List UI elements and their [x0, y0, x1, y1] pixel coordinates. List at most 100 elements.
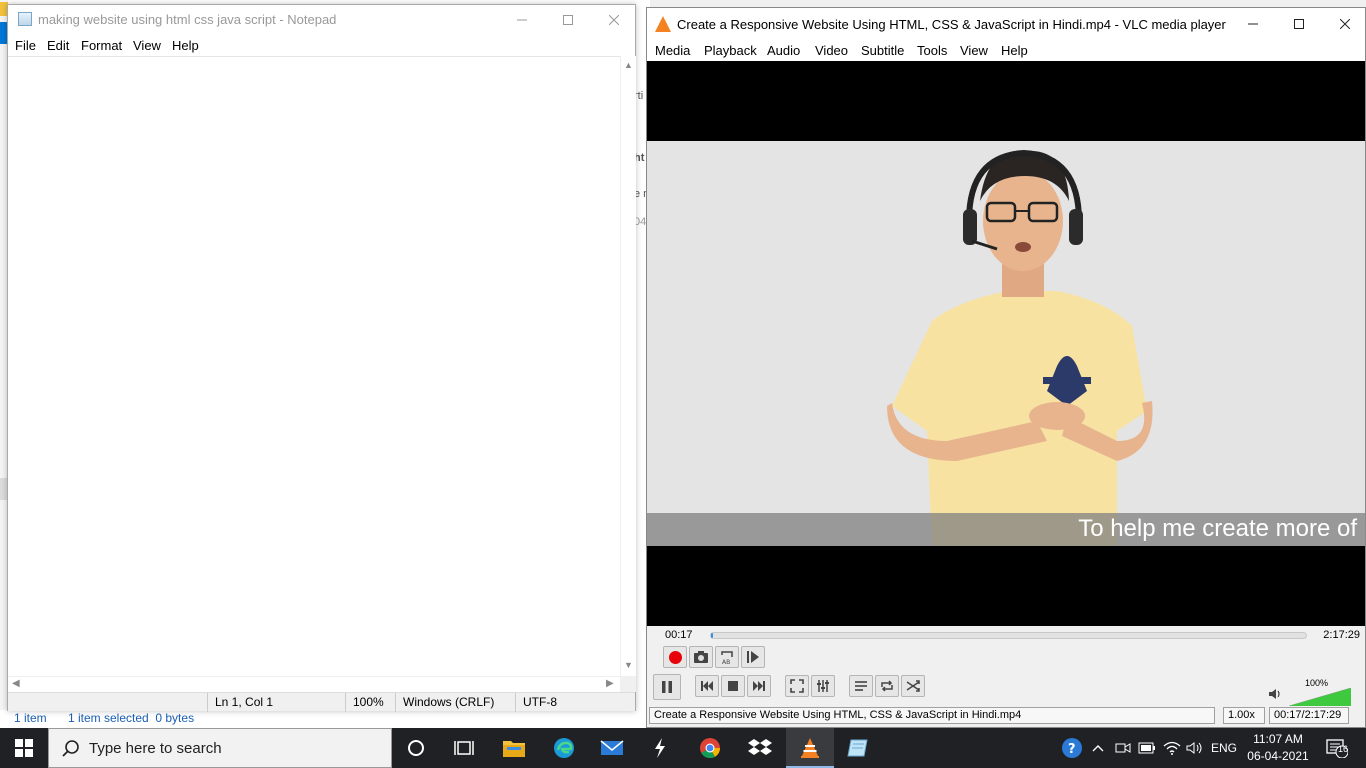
- vertical-scrollbar[interactable]: ▲ ▼: [620, 56, 636, 676]
- snapshot-button[interactable]: [689, 646, 713, 668]
- subtitle-text: To help me create more of: [1078, 515, 1357, 542]
- task-view-icon[interactable]: [440, 728, 488, 768]
- volume-icon[interactable]: [1267, 686, 1283, 702]
- file-explorer-icon[interactable]: [490, 728, 538, 768]
- explorer-selection-info: 1 item selected 0 bytes: [68, 711, 195, 725]
- extended-settings-button[interactable]: [811, 675, 835, 697]
- loop-ab-icon: AB: [721, 651, 733, 665]
- scroll-left-icon[interactable]: ◀: [12, 678, 20, 689]
- mail-icon[interactable]: [588, 728, 636, 768]
- chrome-icon[interactable]: [686, 728, 734, 768]
- minimize-icon: [1248, 23, 1258, 25]
- help-icon[interactable]: ?: [1058, 728, 1086, 768]
- vlc-menubar: Media Playback Audio Video Subtitle Tool…: [647, 40, 1365, 61]
- minimize-button[interactable]: [1230, 8, 1276, 40]
- seek-slider[interactable]: [710, 632, 1307, 639]
- menu-help[interactable]: Help: [1001, 43, 1028, 58]
- scroll-right-icon[interactable]: ▶: [606, 678, 614, 689]
- input-language[interactable]: ENG: [1208, 728, 1240, 768]
- next-button[interactable]: [747, 675, 771, 697]
- menu-file[interactable]: File: [15, 38, 36, 53]
- vlc-icon[interactable]: [786, 728, 834, 768]
- skip-next-icon: [753, 681, 765, 691]
- notepad-titlebar[interactable]: making website using html css java scrip…: [8, 5, 635, 34]
- minimize-button[interactable]: [499, 5, 545, 34]
- menu-tools[interactable]: Tools: [917, 43, 947, 58]
- menu-help[interactable]: Help: [172, 38, 199, 53]
- maximize-button[interactable]: [545, 5, 591, 34]
- playlist-button[interactable]: [849, 675, 873, 697]
- edge-icon[interactable]: [540, 728, 588, 768]
- dropbox-icon[interactable]: [736, 728, 784, 768]
- loop-button[interactable]: [875, 675, 899, 697]
- svg-text:?: ?: [1068, 742, 1076, 757]
- clock-time: 11:07 AM: [1253, 732, 1303, 746]
- clock-date: 06-04-2021: [1247, 749, 1309, 763]
- menu-view[interactable]: View: [960, 43, 988, 58]
- volume-slider[interactable]: [1289, 688, 1351, 706]
- skip-previous-icon: [701, 681, 713, 691]
- notepad-status-bar: Ln 1, Col 1 100% Windows (CRLF) UTF-8: [8, 692, 635, 712]
- playback-speed[interactable]: 1.00x: [1223, 707, 1265, 724]
- scroll-up-icon[interactable]: ▲: [624, 60, 633, 70]
- minimize-icon: [517, 19, 527, 20]
- notification-count: 16: [1338, 744, 1349, 754]
- app-bolt-icon[interactable]: [636, 728, 684, 768]
- record-button[interactable]: [663, 646, 687, 668]
- notepad-icon[interactable]: [834, 728, 882, 768]
- taskbar-search-box[interactable]: Type here to search: [48, 728, 392, 768]
- menu-playback[interactable]: Playback: [704, 43, 757, 58]
- close-button[interactable]: [591, 5, 637, 34]
- search-placeholder: Type here to search: [89, 740, 222, 757]
- action-center-icon[interactable]: 16: [1320, 728, 1354, 768]
- wifi-icon[interactable]: [1160, 728, 1184, 768]
- close-icon: [1340, 19, 1350, 29]
- svg-text:AB: AB: [722, 659, 730, 665]
- fullscreen-button[interactable]: [785, 675, 809, 697]
- fullscreen-icon: [790, 679, 804, 693]
- taskbar: Type here to search ? ENG 11:07 AM 06-04…: [0, 728, 1366, 768]
- video-display[interactable]: To help me create more of: [647, 61, 1365, 626]
- vlc-window: Create a Responsive Website Using HTML, …: [646, 7, 1366, 728]
- maximize-icon: [1294, 19, 1304, 29]
- menu-video[interactable]: Video: [815, 43, 848, 58]
- notepad-title: making website using html css java scrip…: [38, 12, 337, 27]
- cortana-icon[interactable]: [392, 728, 440, 768]
- maximize-icon: [563, 14, 573, 25]
- previous-button[interactable]: [695, 675, 719, 697]
- subtitle-background: To help me create more of: [647, 513, 1365, 546]
- notepad-window: making website using html css java scrip…: [7, 4, 636, 712]
- system-clock[interactable]: 11:07 AM 06-04-2021: [1240, 731, 1316, 765]
- explorer-item-count: 1 item: [14, 711, 47, 725]
- menu-edit[interactable]: Edit: [47, 38, 69, 53]
- horizontal-scrollbar[interactable]: ◀ ▶: [8, 676, 620, 692]
- menu-subtitle[interactable]: Subtitle: [861, 43, 904, 58]
- menu-media[interactable]: Media: [655, 43, 690, 58]
- start-button[interactable]: [0, 728, 48, 768]
- stop-button[interactable]: [721, 675, 745, 697]
- menu-view[interactable]: View: [133, 38, 161, 53]
- notepad-app-icon: [18, 12, 32, 26]
- vlc-titlebar[interactable]: Create a Responsive Website Using HTML, …: [647, 8, 1365, 40]
- show-hidden-icons-icon[interactable]: [1088, 728, 1108, 768]
- status-filename: Create a Responsive Website Using HTML, …: [649, 707, 1215, 724]
- menu-format[interactable]: Format: [81, 38, 122, 53]
- volume-level: 100%: [1305, 678, 1329, 688]
- shuffle-button[interactable]: [901, 675, 925, 697]
- pause-button[interactable]: [653, 674, 681, 700]
- loop-ab-button[interactable]: AB: [715, 646, 739, 668]
- seek-progress: [711, 633, 713, 638]
- seek-bar-row: 00:17 2:17:29: [647, 626, 1365, 646]
- speaker-icon[interactable]: [1184, 728, 1206, 768]
- cursor-position: Ln 1, Col 1: [207, 693, 345, 712]
- meet-now-icon[interactable]: [1112, 728, 1134, 768]
- maximize-button[interactable]: [1276, 8, 1322, 40]
- scroll-down-icon[interactable]: ▼: [624, 660, 633, 670]
- menu-audio[interactable]: Audio: [767, 43, 800, 58]
- close-button[interactable]: [1322, 8, 1366, 40]
- battery-icon[interactable]: [1136, 728, 1158, 768]
- status-time[interactable]: 00:17/2:17:29: [1269, 707, 1349, 724]
- frame-by-frame-button[interactable]: [741, 646, 765, 668]
- notepad-text-area[interactable]: [8, 56, 620, 676]
- total-time[interactable]: 2:17:29: [1323, 629, 1360, 641]
